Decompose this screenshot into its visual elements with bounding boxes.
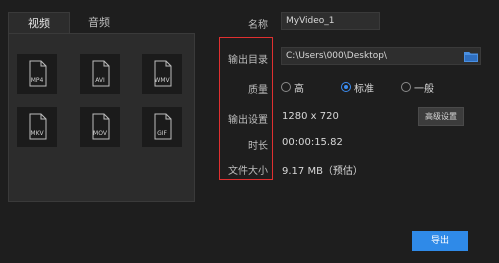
tab-audio[interactable]: 音频: [69, 12, 129, 33]
highlight-box: [219, 37, 273, 180]
advanced-settings-button[interactable]: 高级设置: [418, 107, 464, 126]
format-mov[interactable]: MOV: [80, 107, 120, 147]
format-grid: MP4 AVI WMV MKV MOV GIF: [8, 33, 195, 202]
file-icon: [29, 60, 47, 87]
format-label: AVI: [95, 77, 105, 84]
duration-value: 00:00:15.82: [282, 137, 343, 148]
file-icon: [154, 60, 172, 87]
format-label: MP4: [30, 77, 44, 84]
quality-normal-label: 一般: [414, 84, 434, 95]
output-dir-input[interactable]: C:\Users\000\Desktop\: [281, 47, 481, 65]
format-gif[interactable]: GIF: [142, 107, 182, 147]
quality-high-label: 高: [294, 84, 304, 95]
format-label: WMV: [154, 77, 170, 84]
format-label: GIF: [157, 130, 167, 137]
file-icon: [92, 113, 110, 140]
format-label: MKV: [30, 130, 44, 137]
quality-standard-label: 标准: [354, 84, 374, 95]
export-button[interactable]: 导出: [412, 231, 468, 251]
format-label: MOV: [93, 130, 107, 137]
file-icon: [154, 113, 172, 140]
name-input[interactable]: MyVideo_1: [281, 12, 380, 30]
format-tabs: 视频 音频: [8, 12, 207, 34]
quality-standard-radio[interactable]: [341, 82, 351, 92]
format-mp4[interactable]: MP4: [17, 54, 57, 94]
format-panel: 视频 音频 MP4 AVI WMV MKV MOV GIF: [8, 12, 207, 252]
file-icon: [92, 60, 110, 87]
filesize-value: 9.17 MB（预估）: [282, 166, 363, 177]
file-icon: [29, 113, 47, 140]
tab-video[interactable]: 视频: [8, 12, 70, 34]
folder-icon[interactable]: [464, 51, 478, 62]
format-avi[interactable]: AVI: [80, 54, 120, 94]
format-wmv[interactable]: WMV: [142, 54, 182, 94]
quality-normal-radio[interactable]: [401, 82, 411, 92]
output-settings-value: 1280 x 720: [282, 111, 339, 122]
name-label: 名称: [248, 20, 268, 31]
format-mkv[interactable]: MKV: [17, 107, 57, 147]
quality-high-radio[interactable]: [281, 82, 291, 92]
